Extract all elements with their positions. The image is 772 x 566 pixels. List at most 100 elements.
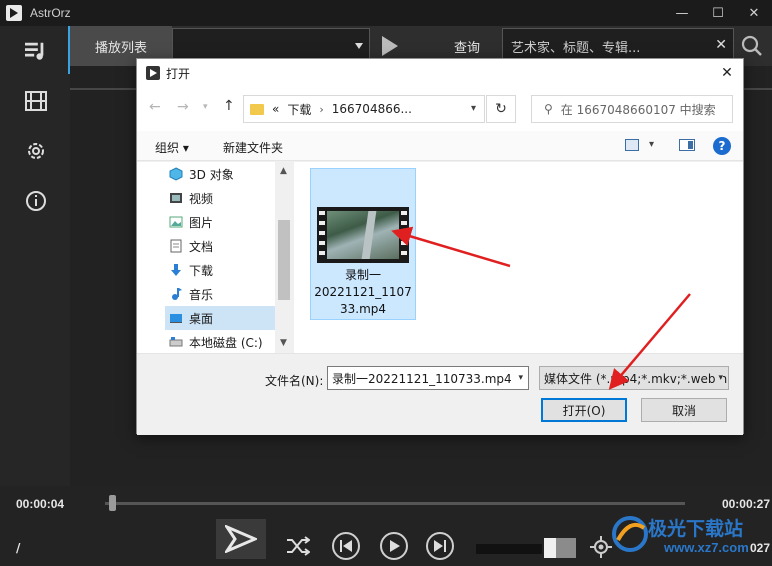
folder-icon bbox=[250, 103, 264, 115]
nav-item-pictures[interactable]: 图片 bbox=[169, 210, 213, 234]
nav-item-documents[interactable]: 文档 bbox=[169, 234, 213, 258]
search-placeholder: 艺术家、标题、专辑... bbox=[511, 40, 641, 56]
nav-item-videos[interactable]: 视频 bbox=[169, 186, 213, 210]
navigation-scrollbar[interactable]: ▲ ▼ bbox=[275, 162, 293, 353]
seek-handle[interactable] bbox=[108, 495, 116, 511]
filename-input[interactable]: 录制一20221121_110733.mp4 ▾ bbox=[327, 366, 529, 390]
nav-item-label: 音乐 bbox=[189, 287, 214, 302]
nav-item-local-disk-c[interactable]: 本地磁盘 (C:) bbox=[169, 330, 263, 354]
address-row: ← → ▾ ↑ « 下载 › 166704866... ▾ ↻ ⚲ 在 1667… bbox=[137, 87, 743, 131]
nav-item-label: 本地磁盘 (C:) bbox=[189, 335, 263, 350]
window-controls: — ☐ ✕ bbox=[664, 0, 772, 26]
settings-gear-icon[interactable] bbox=[25, 140, 47, 162]
view-options-icon[interactable] bbox=[625, 139, 639, 151]
back-arrow-icon[interactable]: ← bbox=[149, 99, 161, 115]
total-time: 00:00:27 bbox=[721, 497, 770, 511]
navigation-pane: 3D 对象 视频 图片 文档 下载 音乐 桌面 本地磁盘 (C:) ▲ ▼ bbox=[137, 162, 293, 353]
cancel-button[interactable]: 取消 bbox=[641, 398, 727, 422]
organize-menu[interactable]: 组织 ▾ bbox=[155, 139, 189, 156]
volume-remaining bbox=[556, 538, 576, 558]
sidebar bbox=[0, 26, 70, 486]
film-sprocket bbox=[319, 231, 325, 235]
player-logo-button[interactable] bbox=[216, 519, 266, 559]
folder-search-input[interactable]: ⚲ 在 1667048660107 中搜索 bbox=[531, 95, 733, 123]
folder-search-placeholder: 在 1667048660107 中搜索 bbox=[560, 102, 716, 117]
file-name-line: 33.mp4 bbox=[339, 302, 387, 316]
volume-slider[interactable] bbox=[476, 544, 542, 554]
film-sprocket bbox=[319, 251, 325, 255]
nav-item-label: 桌面 bbox=[189, 311, 214, 326]
file-item-mp4[interactable]: 录制一 20221121_1107 33.mp4 bbox=[310, 168, 416, 320]
nav-item-downloads[interactable]: 下载 bbox=[169, 258, 213, 282]
refresh-icon[interactable]: ↻ bbox=[486, 95, 516, 123]
download-icon bbox=[169, 263, 183, 277]
breadcrumb-current-folder[interactable]: 166704866... bbox=[332, 102, 412, 116]
nav-item-music[interactable]: 音乐 bbox=[169, 282, 213, 306]
watermark-url: www.xz7.com bbox=[664, 540, 749, 555]
shuffle-icon[interactable] bbox=[284, 532, 312, 560]
chevron-down-icon bbox=[355, 43, 363, 49]
file-list-pane: 录制一 20221121_1107 33.mp4 bbox=[294, 162, 743, 353]
seek-bar[interactable] bbox=[105, 502, 685, 505]
scroll-thumb[interactable] bbox=[278, 220, 290, 300]
forward-arrow-icon[interactable]: → bbox=[177, 99, 189, 115]
scroll-down-icon[interactable]: ▼ bbox=[280, 338, 287, 348]
chevron-down-icon[interactable]: ▾ bbox=[518, 373, 523, 383]
app-title: AstrOrz bbox=[30, 6, 71, 20]
maximize-button[interactable]: ☐ bbox=[700, 0, 736, 26]
scroll-up-icon[interactable]: ▲ bbox=[280, 166, 287, 176]
up-arrow-icon[interactable]: ↑ bbox=[223, 98, 235, 114]
breadcrumb-overflow[interactable]: « bbox=[272, 102, 279, 116]
film-sprocket bbox=[319, 241, 325, 245]
filename-label: 文件名(N): bbox=[265, 374, 324, 388]
filetype-dropdown[interactable]: 媒体文件 (*.mp4;*.mkv;*.webm ▾ bbox=[539, 366, 729, 390]
dialog-footer: 文件名(N): 录制一20221121_110733.mp4 ▾ 媒体文件 (*… bbox=[137, 353, 743, 435]
filetype-value: 媒体文件 (*.mp4;*.mkv;*.webm bbox=[544, 371, 728, 386]
playlist-icon[interactable] bbox=[25, 40, 47, 62]
dialog-close-button[interactable]: ✕ bbox=[717, 63, 737, 83]
video-library-icon[interactable] bbox=[25, 90, 47, 112]
3d-objects-icon bbox=[169, 167, 183, 181]
close-button[interactable]: ✕ bbox=[736, 0, 772, 26]
track-info-text: / bbox=[16, 541, 21, 555]
dialog-toolbar: 组织 ▾ 新建文件夹 ▾ ? bbox=[137, 131, 743, 161]
help-icon[interactable]: ? bbox=[713, 137, 731, 155]
chevron-down-icon[interactable]: ▾ bbox=[471, 103, 476, 114]
search-icon: ⚲ bbox=[544, 102, 553, 116]
next-track-icon[interactable] bbox=[426, 532, 454, 560]
minimize-button[interactable]: — bbox=[664, 0, 700, 26]
play-icon[interactable] bbox=[380, 532, 408, 560]
address-bar[interactable]: « 下载 › 166704866... ▾ bbox=[243, 95, 485, 123]
previous-track-icon[interactable] bbox=[332, 532, 360, 560]
nav-item-label: 下载 bbox=[189, 263, 214, 278]
nav-item-3d-objects[interactable]: 3D 对象 bbox=[169, 162, 234, 186]
watermark-title: 极光下载站 bbox=[648, 518, 744, 540]
app-logo-icon bbox=[6, 5, 22, 21]
open-file-dialog: 打开 ✕ ← → ▾ ↑ « 下载 › 166704866... ▾ ↻ ⚲ 在… bbox=[136, 58, 744, 435]
film-sprocket bbox=[401, 231, 407, 235]
recent-locations-chevron-icon[interactable]: ▾ bbox=[203, 102, 208, 112]
pictures-icon bbox=[169, 215, 183, 229]
breadcrumb-downloads[interactable]: 下载 bbox=[287, 101, 311, 118]
film-sprocket bbox=[319, 221, 325, 225]
filename-value: 录制一20221121_110733.mp4 bbox=[332, 371, 512, 386]
play-playlist-icon[interactable] bbox=[382, 36, 398, 56]
info-icon[interactable] bbox=[25, 190, 47, 212]
drive-icon bbox=[169, 335, 183, 349]
chevron-down-icon[interactable]: ▾ bbox=[715, 373, 723, 383]
preview-pane-icon[interactable] bbox=[679, 139, 695, 151]
nav-item-desktop[interactable]: 桌面 bbox=[165, 306, 275, 330]
watermark-logo-icon bbox=[612, 516, 648, 552]
open-button[interactable]: 打开(O) bbox=[541, 398, 627, 422]
film-sprocket bbox=[401, 251, 407, 255]
file-name-line: 录制一 bbox=[344, 268, 381, 282]
new-folder-button[interactable]: 新建文件夹 bbox=[223, 139, 283, 156]
film-sprocket bbox=[401, 241, 407, 245]
file-name: 录制一 20221121_1107 33.mp4 bbox=[311, 267, 415, 318]
volume-handle[interactable] bbox=[544, 538, 556, 558]
nav-item-label: 3D 对象 bbox=[189, 167, 234, 182]
desktop-icon bbox=[169, 311, 183, 325]
nav-item-label: 文档 bbox=[189, 239, 214, 254]
chevron-down-icon[interactable]: ▾ bbox=[649, 139, 654, 150]
clear-search-icon[interactable]: ✕ bbox=[715, 37, 727, 53]
